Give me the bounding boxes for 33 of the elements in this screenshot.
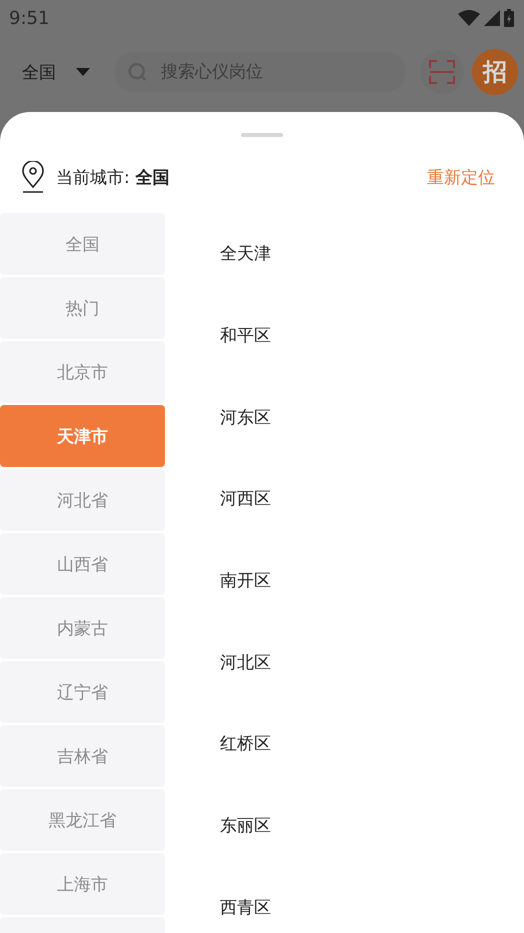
province-item[interactable]: 上海市 (0, 853, 165, 915)
district-item[interactable]: 河东区 (220, 406, 271, 429)
district-item[interactable]: 东丽区 (220, 814, 271, 838)
district-item[interactable]: 河西区 (220, 487, 271, 510)
district-item[interactable]: 河北区 (220, 650, 271, 674)
signal-icon (484, 10, 500, 26)
recruit-badge[interactable]: 招 (472, 49, 518, 95)
region-dropdown[interactable]: 全国 (22, 60, 90, 84)
district-item[interactable]: 南开区 (220, 569, 271, 592)
province-item[interactable]: 北京市 (0, 341, 165, 403)
district-item[interactable]: 全天津 (220, 242, 271, 266)
province-item[interactable]: 天津市 (0, 405, 165, 467)
province-item[interactable]: 山西省 (0, 533, 165, 595)
province-item[interactable]: 吉林省 (0, 725, 165, 787)
location-pin-icon (20, 161, 46, 193)
province-item[interactable]: 全国 (0, 213, 165, 275)
district-item[interactable]: 红桥区 (220, 732, 271, 756)
battery-icon (504, 9, 514, 27)
province-item[interactable]: 内蒙古 (0, 597, 165, 659)
wifi-icon (458, 10, 480, 26)
district-item[interactable]: 西青区 (220, 896, 271, 919)
district-item[interactable]: 和平区 (220, 324, 271, 348)
current-city-label: 当前城市: 全国 (56, 166, 170, 188)
scan-button[interactable] (420, 50, 464, 94)
province-item[interactable]: 黑龙江省 (0, 789, 165, 851)
relocate-link[interactable]: 重新定位 (427, 166, 495, 188)
province-item[interactable]: 辽宁省 (0, 661, 165, 723)
province-item[interactable]: 热门 (0, 277, 165, 339)
province-item[interactable]: 河北省 (0, 469, 165, 531)
drag-handle[interactable] (241, 133, 283, 137)
scan-icon (429, 60, 455, 84)
caret-icon (76, 68, 90, 76)
status-time: 9:51 (9, 8, 50, 28)
